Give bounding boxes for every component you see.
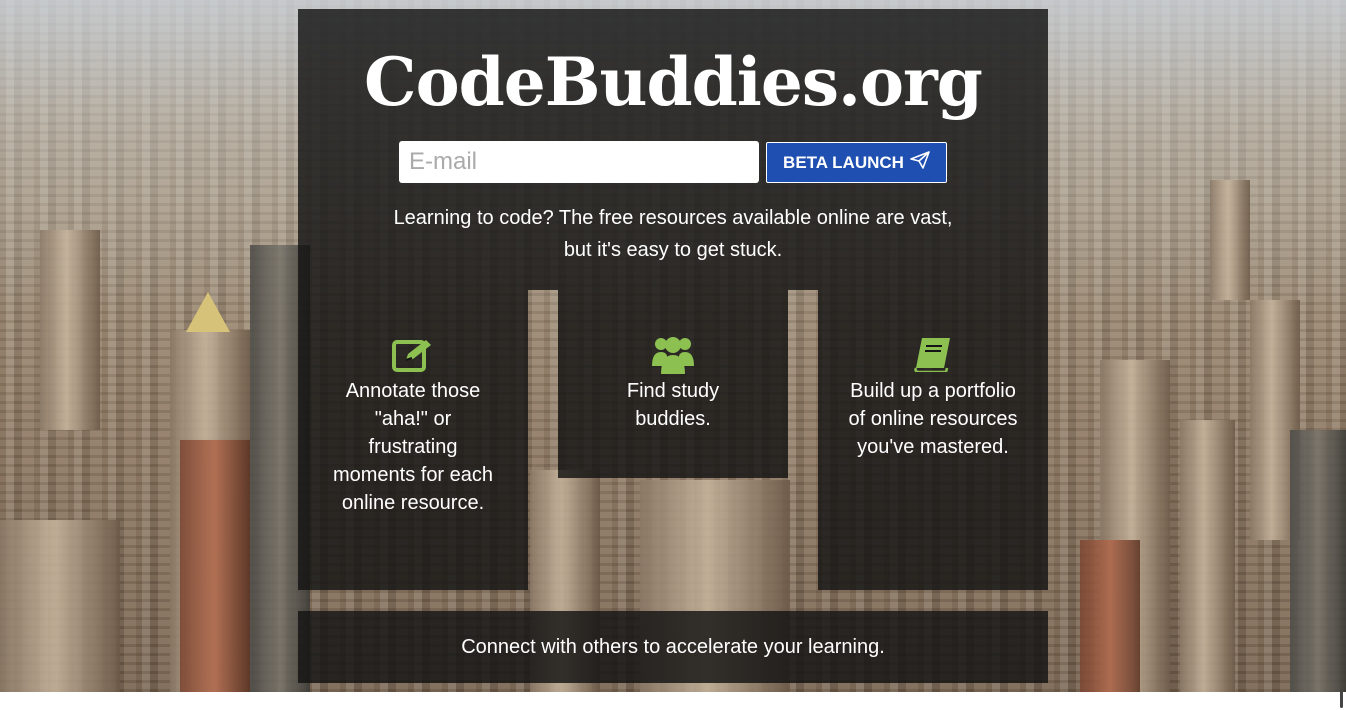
paper-plane-icon: [910, 151, 930, 174]
email-input[interactable]: [399, 141, 759, 183]
pencil-square-icon: [392, 338, 434, 377]
intro-text: Learning to code? The free resources ava…: [378, 202, 968, 266]
footer-text: Connect with others to accelerate your l…: [461, 635, 885, 658]
feature-card-buddies: Find study buddies.: [558, 290, 788, 478]
feature-text-portfolio: Build up a portfolio of online resources…: [848, 380, 1018, 458]
page-scrollbar[interactable]: [1340, 690, 1343, 708]
site-logo[interactable]: CodeBuddies.org: [298, 49, 1048, 115]
feature-card-annotate: Annotate those "aha!" or frustrating mom…: [298, 290, 528, 590]
feature-text-buddies: Find study buddies.: [626, 380, 720, 430]
intro-line-1: Learning to code? The free resources ava…: [393, 207, 953, 229]
signup-form: BETA LAUNCH: [399, 141, 947, 183]
beta-launch-button[interactable]: BETA LAUNCH: [766, 142, 947, 183]
hero-panel: CodeBuddies.org BETA LAUNCH Learning to …: [298, 9, 1048, 290]
beta-launch-label: BETA LAUNCH: [783, 152, 904, 172]
feature-text-annotate: Annotate those "aha!" or frustrating mom…: [332, 380, 494, 514]
feature-card-portfolio: Build up a portfolio of online resources…: [818, 290, 1048, 590]
intro-line-2: but it's easy to get stuck.: [563, 239, 783, 261]
footer-banner: Connect with others to accelerate your l…: [298, 611, 1048, 683]
book-icon: [914, 336, 952, 377]
users-icon: [652, 334, 694, 379]
